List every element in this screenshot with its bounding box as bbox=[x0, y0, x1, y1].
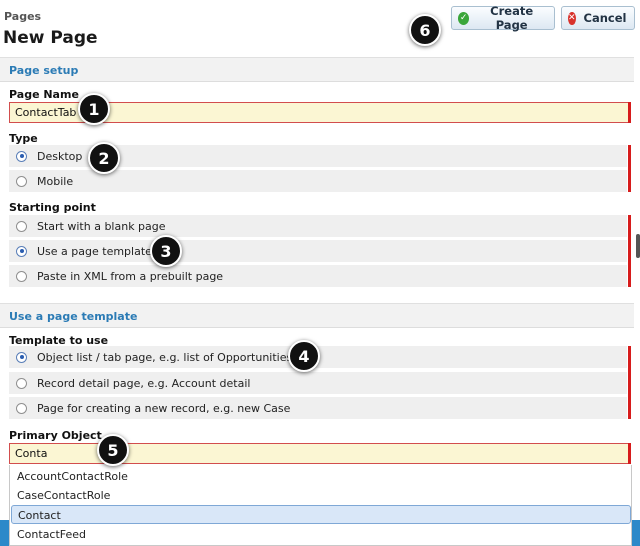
x-circle-icon: ✕ bbox=[568, 11, 576, 25]
background-strip bbox=[0, 520, 9, 546]
radio-button[interactable] bbox=[16, 220, 27, 232]
section-page-setup: Page setup bbox=[0, 57, 634, 82]
radio-button[interactable] bbox=[16, 245, 27, 257]
radio-button[interactable] bbox=[16, 150, 27, 162]
required-indicator bbox=[628, 145, 631, 192]
type-label: Type bbox=[9, 132, 38, 145]
starting-point-label: Starting point bbox=[9, 201, 96, 214]
required-indicator bbox=[628, 215, 631, 287]
radio-page-template[interactable]: Use a page template bbox=[9, 240, 627, 262]
cancel-button[interactable]: ✕ Cancel bbox=[561, 6, 635, 30]
background-strip bbox=[632, 520, 640, 546]
radio-mobile-label: Mobile bbox=[37, 174, 74, 188]
suggestion-item[interactable]: CaseContactRole bbox=[11, 486, 631, 505]
radio-paste-xml-label: Paste in XML from a prebuilt page bbox=[37, 269, 224, 283]
callout-2: 2 bbox=[88, 142, 120, 174]
callout-4: 4 bbox=[288, 340, 320, 372]
breadcrumb: Pages bbox=[4, 10, 42, 23]
radio-button[interactable] bbox=[16, 351, 27, 363]
radio-page-template-label: Use a page template bbox=[37, 244, 152, 258]
autocomplete-dropdown: AccountContactRole CaseContactRole Conta… bbox=[9, 465, 632, 546]
primary-object-label: Primary Object bbox=[9, 429, 102, 442]
callout-6: 6 bbox=[409, 14, 441, 46]
radio-blank-page[interactable]: Start with a blank page bbox=[9, 215, 627, 237]
radio-paste-xml[interactable]: Paste in XML from a prebuilt page bbox=[9, 265, 627, 287]
callout-3: 3 bbox=[150, 235, 182, 267]
radio-desktop-label: Desktop bbox=[37, 149, 83, 163]
required-indicator bbox=[628, 346, 631, 419]
section-use-page-template: Use a page template bbox=[0, 303, 634, 328]
radio-new-record[interactable]: Page for creating a new record, e.g. new… bbox=[9, 397, 627, 419]
page-header: Pages New Page ✓ Create Page ✕ Cancel bbox=[0, 0, 640, 58]
page-title: New Page bbox=[3, 28, 98, 48]
radio-button[interactable] bbox=[16, 270, 27, 282]
radio-record-detail-label: Record detail page, e.g. Account detail bbox=[37, 376, 251, 390]
check-circle-icon: ✓ bbox=[458, 11, 470, 25]
required-indicator bbox=[628, 102, 631, 123]
scrollbar-handle[interactable] bbox=[636, 234, 640, 258]
page-name-label: Page Name bbox=[9, 88, 79, 101]
radio-blank-page-label: Start with a blank page bbox=[37, 219, 166, 233]
create-page-button[interactable]: ✓ Create Page bbox=[451, 4, 555, 32]
radio-button[interactable] bbox=[16, 402, 27, 414]
radio-new-record-label: Page for creating a new record, e.g. new… bbox=[37, 401, 291, 415]
suggestion-item-highlighted[interactable]: Contact bbox=[11, 505, 631, 524]
callout-1: 1 bbox=[78, 93, 110, 125]
radio-record-detail[interactable]: Record detail page, e.g. Account detail bbox=[9, 372, 627, 394]
create-page-label: Create Page bbox=[490, 4, 534, 32]
radio-button[interactable] bbox=[16, 377, 27, 389]
suggestion-item[interactable]: ContactFeed bbox=[11, 525, 631, 544]
suggestion-item[interactable]: AccountContactRole bbox=[11, 467, 631, 486]
radio-object-list-label: Object list / tab page, e.g. list of Opp… bbox=[37, 350, 293, 364]
required-indicator bbox=[628, 443, 631, 464]
callout-5: 5 bbox=[97, 434, 129, 466]
cancel-label: Cancel bbox=[583, 11, 627, 25]
radio-button[interactable] bbox=[16, 175, 27, 187]
